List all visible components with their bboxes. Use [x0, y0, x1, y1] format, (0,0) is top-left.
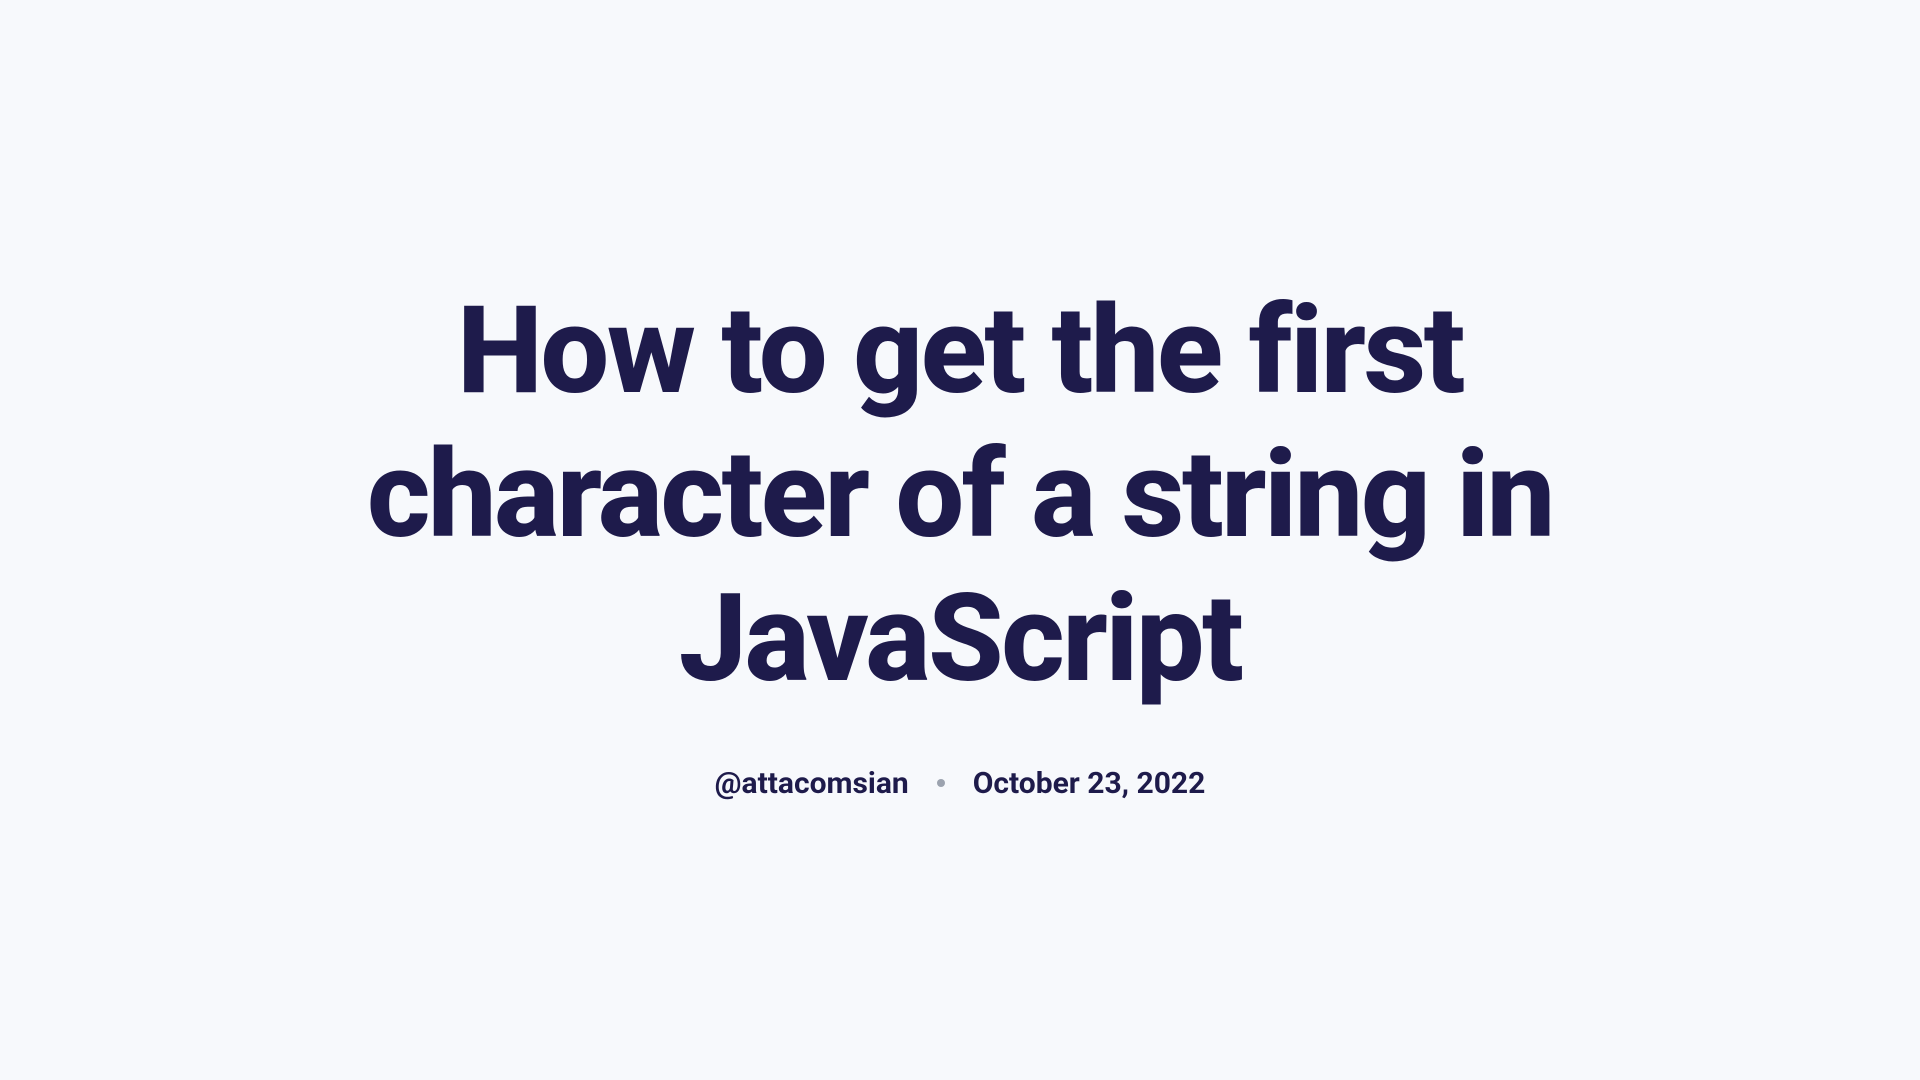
author-handle: @attacomsian — [715, 766, 909, 801]
article-header: How to get the first character of a stri… — [260, 279, 1660, 801]
article-meta: @attacomsian October 23, 2022 — [300, 766, 1620, 801]
article-title: How to get the first character of a stri… — [300, 279, 1620, 711]
separator-dot — [937, 779, 945, 787]
publish-date: October 23, 2022 — [973, 766, 1206, 801]
